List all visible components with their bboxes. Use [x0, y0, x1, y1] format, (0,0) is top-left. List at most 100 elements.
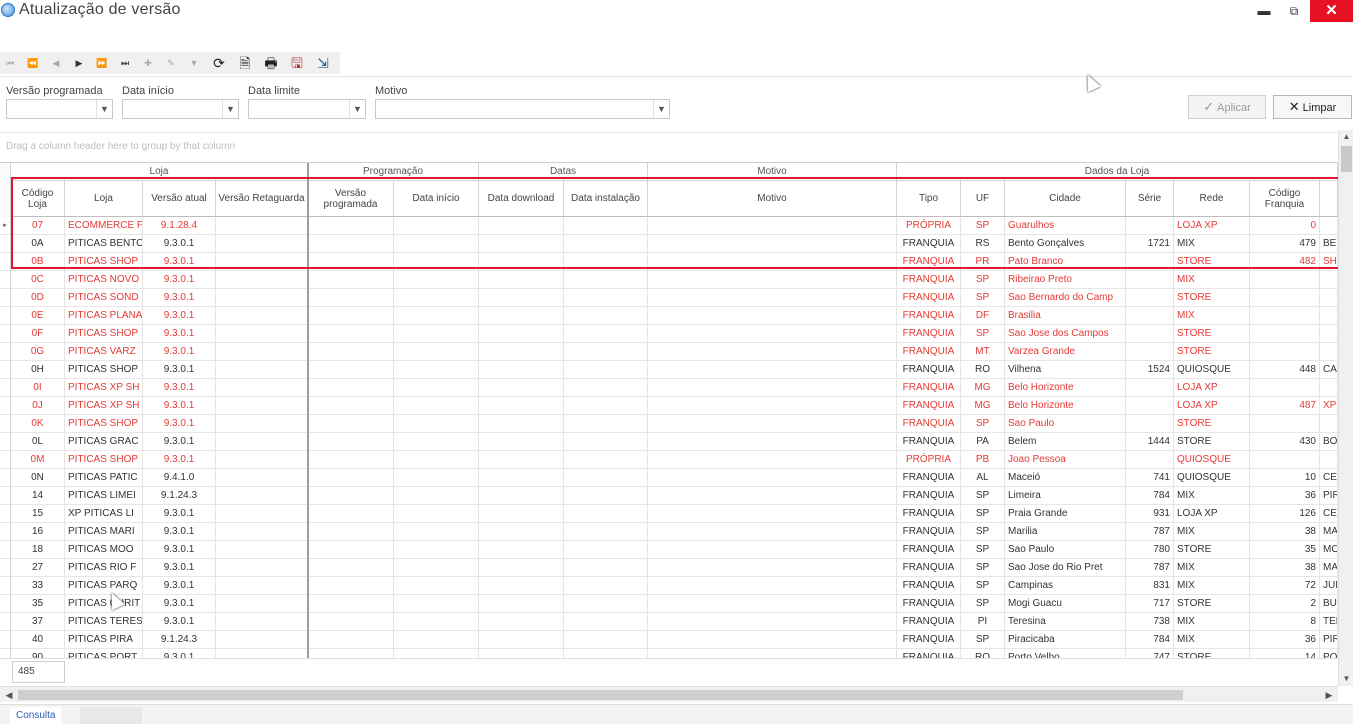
cell-versao-programada[interactable]: [308, 217, 394, 235]
add-record-icon[interactable]: ✚: [141, 56, 155, 70]
tab-secondary[interactable]: [80, 707, 142, 724]
cell-data-inicio[interactable]: [394, 361, 479, 379]
cell-data-instalacao[interactable]: [564, 559, 648, 577]
cell-codigo[interactable]: 07: [11, 217, 65, 235]
table-row[interactable]: 0L PITICAS GRAC 9.3.0.1 FRANQUIA PA Belem 1444…: [0, 433, 1338, 451]
cell-cidade[interactable]: Pato Branco: [1005, 253, 1126, 271]
cell-rede[interactable]: MIX: [1174, 235, 1250, 253]
cell-motivo[interactable]: [648, 631, 897, 649]
col-loja[interactable]: Loja: [65, 181, 143, 217]
cell-data-inicio[interactable]: [394, 307, 479, 325]
table-row[interactable]: 0K PITICAS SHOP 9.3.0.1 FRANQUIA SP Sao Paulo…: [0, 415, 1338, 433]
chevron-down-icon[interactable]: ▼: [653, 100, 669, 118]
cell-data-inicio[interactable]: [394, 649, 479, 658]
cell-codigo-franquia[interactable]: 38: [1250, 559, 1320, 577]
cell-data-inicio[interactable]: [394, 577, 479, 595]
row-indicator[interactable]: [0, 307, 11, 325]
col-versao-atual[interactable]: Versão atual: [143, 181, 216, 217]
cell-rede[interactable]: STORE: [1174, 595, 1250, 613]
cell-rede[interactable]: LOJA XP: [1174, 397, 1250, 415]
cell-loja[interactable]: XP PITICAS LI: [65, 505, 143, 523]
cell-versao-retaguarda[interactable]: [216, 595, 308, 613]
cell-motivo[interactable]: [648, 325, 897, 343]
cell-codigo-franquia[interactable]: [1250, 451, 1320, 469]
cell-extra[interactable]: MAR: [1320, 523, 1338, 541]
cell-data-instalacao[interactable]: [564, 361, 648, 379]
cell-data-instalacao[interactable]: [564, 271, 648, 289]
row-indicator[interactable]: [0, 451, 11, 469]
cell-tipo[interactable]: FRANQUIA: [897, 415, 961, 433]
cell-extra[interactable]: PIR: [1320, 631, 1338, 649]
cell-data-download[interactable]: [479, 451, 564, 469]
cell-uf[interactable]: SP: [961, 487, 1005, 505]
row-indicator[interactable]: [0, 379, 11, 397]
cell-data-instalacao[interactable]: [564, 469, 648, 487]
cell-codigo-franquia[interactable]: 72: [1250, 577, 1320, 595]
cell-versao-atual[interactable]: 9.1.24.3: [143, 487, 216, 505]
data-inicio-combo[interactable]: ▼: [122, 99, 239, 119]
col-versao-programada[interactable]: Versão programada: [308, 181, 394, 217]
cell-versao-retaguarda[interactable]: [216, 253, 308, 271]
cell-motivo[interactable]: [648, 379, 897, 397]
cell-loja[interactable]: PITICAS PARQ: [65, 577, 143, 595]
cell-codigo-franquia[interactable]: 487: [1250, 397, 1320, 415]
cell-versao-atual[interactable]: 9.3.0.1: [143, 523, 216, 541]
exit-icon[interactable]: ⇲: [314, 54, 332, 72]
cell-serie[interactable]: 741: [1126, 469, 1174, 487]
cell-data-inicio[interactable]: [394, 541, 479, 559]
cell-versao-programada[interactable]: [308, 433, 394, 451]
row-indicator[interactable]: [0, 541, 11, 559]
cell-data-instalacao[interactable]: [564, 433, 648, 451]
col-codigo-loja[interactable]: Código Loja: [11, 181, 65, 217]
cell-motivo[interactable]: [648, 217, 897, 235]
cell-extra[interactable]: MO: [1320, 541, 1338, 559]
cell-codigo-franquia[interactable]: [1250, 325, 1320, 343]
cell-data-instalacao[interactable]: [564, 577, 648, 595]
cell-versao-retaguarda[interactable]: [216, 505, 308, 523]
cell-codigo[interactable]: 0K: [11, 415, 65, 433]
cell-uf[interactable]: SP: [961, 577, 1005, 595]
cell-versao-programada[interactable]: [308, 631, 394, 649]
cell-motivo[interactable]: [648, 523, 897, 541]
cell-extra[interactable]: CEN: [1320, 505, 1338, 523]
cell-data-download[interactable]: [479, 343, 564, 361]
cell-versao-atual[interactable]: 9.3.0.1: [143, 415, 216, 433]
table-row[interactable]: 0C PITICAS NOVO 9.3.0.1 FRANQUIA SP Ribeirao …: [0, 271, 1338, 289]
cell-codigo-franquia[interactable]: 126: [1250, 505, 1320, 523]
cell-data-inicio[interactable]: [394, 631, 479, 649]
cell-cidade[interactable]: Limeira: [1005, 487, 1126, 505]
table-row[interactable]: 90 PITICAS PORT 9.3.0.1 FRANQUIA RO Porto Vel…: [0, 649, 1338, 658]
cell-data-inicio[interactable]: [394, 235, 479, 253]
cell-data-download[interactable]: [479, 577, 564, 595]
cell-rede[interactable]: LOJA XP: [1174, 217, 1250, 235]
cell-codigo[interactable]: 0L: [11, 433, 65, 451]
cell-rede[interactable]: MIX: [1174, 631, 1250, 649]
cell-extra[interactable]: PIR: [1320, 487, 1338, 505]
cell-versao-retaguarda[interactable]: [216, 271, 308, 289]
cell-tipo[interactable]: FRANQUIA: [897, 397, 961, 415]
cell-extra[interactable]: BOL: [1320, 433, 1338, 451]
cell-tipo[interactable]: FRANQUIA: [897, 541, 961, 559]
first-record-icon[interactable]: ⏮: [3, 56, 17, 70]
row-indicator[interactable]: [0, 505, 11, 523]
cell-codigo-franquia[interactable]: 482: [1250, 253, 1320, 271]
cell-codigo-franquia[interactable]: 36: [1250, 631, 1320, 649]
col-rede[interactable]: Rede: [1174, 181, 1250, 217]
vertical-scrollbar[interactable]: ▲ ▼: [1338, 130, 1353, 686]
table-row[interactable]: 40 PITICAS PIRA 9.1.24.3 FRANQUIA SP Piracica…: [0, 631, 1338, 649]
cell-versao-retaguarda[interactable]: [216, 235, 308, 253]
cell-versao-programada[interactable]: [308, 325, 394, 343]
cell-uf[interactable]: SP: [961, 325, 1005, 343]
cell-extra[interactable]: [1320, 451, 1338, 469]
cell-data-inicio[interactable]: [394, 559, 479, 577]
cell-codigo[interactable]: 15: [11, 505, 65, 523]
col-serie[interactable]: Série: [1126, 181, 1174, 217]
cell-motivo[interactable]: [648, 343, 897, 361]
cell-codigo-franquia[interactable]: 8: [1250, 613, 1320, 631]
cell-extra[interactable]: CEN: [1320, 469, 1338, 487]
cell-tipo[interactable]: FRANQUIA: [897, 343, 961, 361]
cell-loja[interactable]: PITICAS XP SH: [65, 397, 143, 415]
cell-data-inicio[interactable]: [394, 433, 479, 451]
table-row[interactable]: 0N PITICAS PATIC 9.4.1.0 FRANQUIA AL Maceió 74…: [0, 469, 1338, 487]
cell-versao-retaguarda[interactable]: [216, 307, 308, 325]
